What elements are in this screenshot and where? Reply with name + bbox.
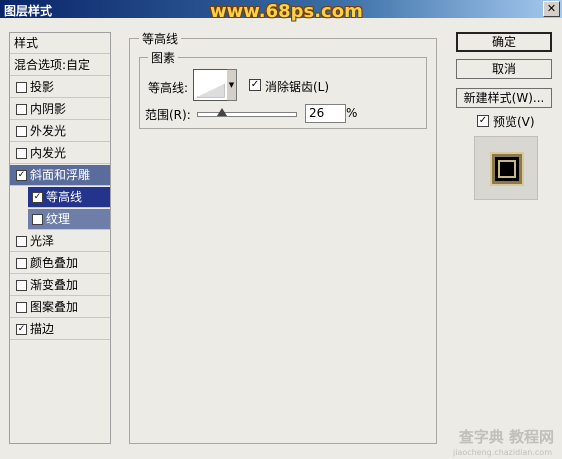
- close-button[interactable]: ✕: [543, 1, 560, 17]
- gradient-overlay-checkbox[interactable]: [16, 280, 27, 291]
- style-item-color-overlay[interactable]: 颜色叠加: [10, 253, 110, 274]
- title-bar: 图层样式 www.68ps.com ✕: [0, 0, 562, 22]
- range-slider-thumb[interactable]: [217, 108, 228, 116]
- contour-checkbox[interactable]: ✓: [32, 192, 43, 203]
- stroke-checkbox[interactable]: ✓: [16, 324, 27, 335]
- style-item-texture[interactable]: 纹理: [28, 209, 110, 230]
- footer-watermark: 查字典 教程网: [458, 428, 554, 446]
- style-item-inner-glow[interactable]: 内发光: [10, 143, 110, 164]
- styles-list: 样式 混合选项:自定 投影 内阴影 外发光 内发光 ✓ 斜面和浮雕 ✓ 等高线 …: [9, 32, 111, 444]
- contour-label: 等高线:: [148, 81, 189, 95]
- new-style-button[interactable]: 新建样式(W)...: [456, 88, 552, 108]
- site-watermark: www.68ps.com: [210, 1, 363, 22]
- style-item-outer-glow[interactable]: 外发光: [10, 121, 110, 142]
- styles-header[interactable]: 样式: [10, 33, 110, 54]
- inner-shadow-checkbox[interactable]: [16, 104, 27, 115]
- range-unit: %: [346, 106, 358, 120]
- style-item-satin[interactable]: 光泽: [10, 231, 110, 252]
- cancel-button[interactable]: 取消: [456, 59, 552, 79]
- style-item-gradient-overlay[interactable]: 渐变叠加: [10, 275, 110, 296]
- range-slider-track[interactable]: [197, 112, 297, 117]
- pattern-overlay-checkbox[interactable]: [16, 302, 27, 313]
- blending-options-item[interactable]: 混合选项:自定: [10, 55, 110, 76]
- preview-label: 预览(V): [493, 115, 535, 129]
- contour-curve-icon: [197, 84, 225, 98]
- style-item-bevel-emboss[interactable]: ✓ 斜面和浮雕: [10, 165, 110, 186]
- color-overlay-checkbox[interactable]: [16, 258, 27, 269]
- style-item-pattern-overlay[interactable]: 图案叠加: [10, 297, 110, 318]
- window-title: 图层样式: [4, 4, 53, 18]
- footer-watermark-url: jiaocheng.chazidian.com: [452, 448, 552, 457]
- style-preview-thumbnail: [474, 136, 538, 200]
- range-label: 范围(R):: [145, 108, 191, 122]
- style-item-drop-shadow[interactable]: 投影: [10, 77, 110, 98]
- contour-picker[interactable]: [193, 69, 228, 101]
- contour-group-title: 等高线: [139, 30, 182, 47]
- antialias-label: 消除锯齿(L): [265, 80, 330, 94]
- inner-glow-checkbox[interactable]: [16, 148, 27, 159]
- style-item-inner-shadow[interactable]: 内阴影: [10, 99, 110, 120]
- preview-swatch: [490, 152, 524, 186]
- texture-checkbox[interactable]: [32, 214, 43, 225]
- preview-checkbox[interactable]: ✓: [477, 115, 489, 127]
- contour-dropdown-arrow-icon[interactable]: ▼: [227, 69, 237, 101]
- elements-group-title: 图素: [148, 49, 179, 66]
- outer-glow-checkbox[interactable]: [16, 126, 27, 137]
- drop-shadow-checkbox[interactable]: [16, 82, 27, 93]
- antialias-checkbox[interactable]: ✓: [249, 79, 261, 91]
- style-item-stroke[interactable]: ✓ 描边: [10, 319, 110, 340]
- style-item-contour[interactable]: ✓ 等高线: [28, 187, 110, 208]
- bevel-emboss-checkbox[interactable]: ✓: [16, 170, 27, 181]
- satin-checkbox[interactable]: [16, 236, 27, 247]
- ok-button[interactable]: 确定: [456, 32, 552, 52]
- range-input[interactable]: 26: [305, 104, 346, 123]
